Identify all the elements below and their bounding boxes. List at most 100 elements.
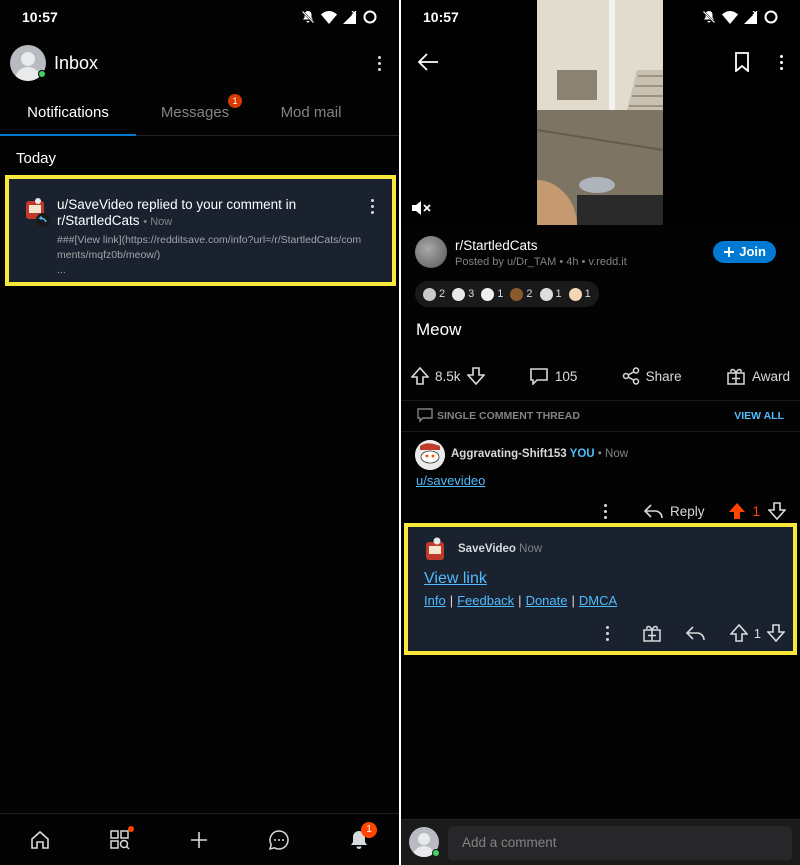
status-bar: 10:57	[401, 0, 800, 34]
inbox-tabs: Notifications Messages 1 Mod mail	[0, 92, 399, 136]
upvote-icon[interactable]	[729, 623, 748, 643]
mention-link[interactable]: u/savevideo	[416, 473, 485, 488]
reply-icon[interactable]	[685, 625, 706, 641]
savevideo-avatar-icon	[26, 198, 50, 227]
comment-author-line: Aggravating-Shift153 YOU • Now	[451, 448, 628, 460]
reply-footer-links: Info | Feedback | Donate | DMCA	[424, 593, 617, 608]
post-title: Meow	[416, 320, 462, 339]
reply-author[interactable]: SaveVideo	[458, 543, 516, 555]
tab-notifications[interactable]: Notifications	[0, 92, 136, 136]
comment-vote-count: 1	[752, 503, 760, 519]
award-count: 3	[468, 288, 475, 300]
bottom-nav: 1	[0, 813, 399, 865]
savevideo-avatar-icon[interactable]	[422, 535, 450, 563]
info-link[interactable]: Info	[424, 593, 446, 608]
donate-link[interactable]: Donate	[526, 593, 568, 608]
gift-icon[interactable]	[642, 624, 662, 642]
reply-button[interactable]: Reply	[643, 503, 704, 519]
reply-icon	[643, 504, 663, 519]
nav-create[interactable]	[179, 820, 219, 860]
post-header: r/StartledCats Posted by u/Dr_TAM • 4h •…	[415, 236, 786, 272]
tab-label: Notifications	[27, 104, 109, 121]
notification-item[interactable]: u/SaveVideo replied to your comment in r…	[5, 175, 396, 286]
comment-actions: Reply 1	[596, 500, 786, 522]
status-icons	[301, 10, 377, 24]
chat-icon	[269, 829, 290, 850]
feedback-link[interactable]: Feedback	[457, 593, 514, 608]
back-arrow-icon[interactable]	[417, 52, 439, 72]
snoo-avatar-icon[interactable]	[415, 440, 445, 470]
downvote-icon[interactable]	[767, 623, 785, 643]
share-button[interactable]: Share	[622, 367, 682, 385]
downvote-icon[interactable]	[768, 501, 786, 521]
nav-chat[interactable]	[259, 820, 299, 860]
comment-composer: Add a comment	[401, 819, 800, 865]
section-heading-today: Today	[16, 150, 57, 167]
join-button[interactable]: Join	[713, 241, 776, 263]
wifi-icon	[321, 10, 337, 24]
discover-dot	[127, 825, 134, 832]
reply-options-icon[interactable]	[598, 625, 618, 641]
reply-time: Now	[519, 543, 543, 555]
add-comment-input[interactable]: Add a comment	[448, 826, 792, 860]
parent-comment: Aggravating-Shift153 YOU • Now u/savevid…	[415, 438, 786, 523]
status-time: 10:57	[423, 9, 459, 25]
muted-speaker-icon[interactable]	[411, 200, 431, 216]
nav-discover[interactable]	[100, 820, 140, 860]
online-indicator	[38, 70, 46, 78]
notification-ellipsis: ...	[57, 264, 66, 276]
more-options-icon[interactable]	[369, 55, 389, 71]
reply-vote-group: 1	[729, 623, 785, 643]
tab-mod-mail[interactable]: Mod mail	[254, 92, 368, 135]
notification-text: u/SaveVideo replied to your comment in r…	[57, 197, 297, 228]
separator: |	[571, 593, 575, 608]
downvote-icon[interactable]	[466, 366, 485, 386]
battery-ring-icon	[764, 10, 778, 24]
bookmark-icon[interactable]	[734, 52, 750, 72]
awards-bar[interactable]: 2 3 1 2 1 1	[415, 281, 599, 307]
post-meta: Posted by u/Dr_TAM • 4h • v.redd.it	[455, 256, 627, 268]
join-label: Join	[739, 244, 766, 259]
home-icon	[31, 830, 49, 849]
subreddit-name[interactable]: r/StartledCats	[455, 238, 538, 253]
award-3-icon	[481, 287, 495, 301]
view-link[interactable]: View link	[424, 570, 487, 588]
nav-home[interactable]	[20, 820, 60, 860]
tab-messages[interactable]: Messages 1	[136, 92, 254, 135]
you-badge: YOU	[569, 448, 595, 460]
award-item: 3	[452, 287, 475, 301]
award-item: 1	[568, 287, 591, 301]
award-button[interactable]: Award	[726, 367, 790, 385]
mute-bell-icon	[301, 10, 315, 24]
award-count: 1	[497, 288, 504, 300]
mute-bell-icon	[702, 10, 716, 24]
comment-author[interactable]: Aggravating-Shift153	[451, 448, 567, 460]
award-item: 1	[481, 287, 504, 301]
dmca-link[interactable]: DMCA	[579, 593, 617, 608]
page-title: Inbox	[54, 52, 99, 73]
notification-title: u/SaveVideo replied to your comment in r…	[57, 197, 366, 230]
post-screen: 10:57 r/StartledCats Posted by u/Dr_TAM …	[401, 0, 800, 865]
reply-author-line: SaveVideo Now	[458, 543, 542, 555]
comment-icon	[417, 408, 433, 423]
subreddit-icon[interactable]	[415, 236, 447, 268]
award-count: 2	[439, 288, 446, 300]
reply-vote-count: 1	[753, 625, 761, 641]
notification-options-icon[interactable]	[362, 199, 382, 214]
view-all-link[interactable]: VIEW ALL	[734, 410, 784, 422]
nav-inbox[interactable]: 1	[339, 820, 379, 860]
comment-options-icon[interactable]	[596, 503, 616, 519]
award-2-icon	[452, 287, 466, 301]
award-item: 1	[539, 287, 562, 301]
inbox-screen: 10:57 Inbox Notifications Messages 1 Mod…	[0, 0, 399, 865]
upvote-icon[interactable]	[411, 366, 429, 386]
post-options-icon[interactable]	[771, 55, 791, 70]
reply-actions: 1	[598, 621, 785, 645]
share-icon	[622, 367, 639, 385]
tab-label: Messages	[160, 104, 230, 121]
comments-button[interactable]: 105	[529, 367, 577, 385]
notification-time: • Now	[143, 216, 173, 228]
upvote-active-icon[interactable]	[728, 501, 746, 521]
award-6-icon	[568, 287, 582, 301]
video-player[interactable]: 10:57	[401, 0, 800, 225]
